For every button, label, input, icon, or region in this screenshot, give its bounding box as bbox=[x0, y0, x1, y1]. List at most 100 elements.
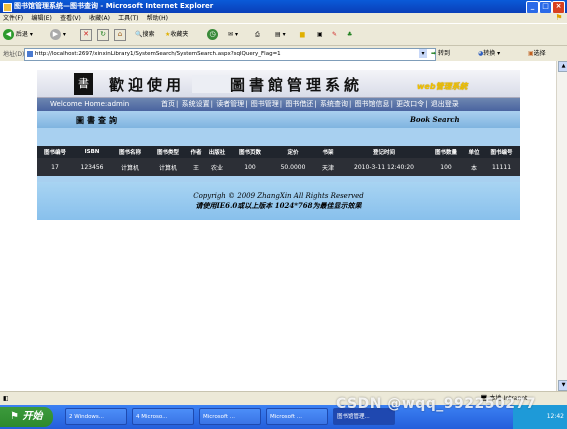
col-header: 单位 bbox=[468, 150, 480, 156]
col-header: 书架 bbox=[322, 150, 334, 156]
nav-library-info[interactable]: 图书馆信息 bbox=[355, 100, 390, 108]
table-cell: 2010-3-11 12:40:20 bbox=[354, 163, 414, 171]
table-cell: 100 bbox=[440, 163, 452, 171]
messenger-icon: ▣ bbox=[317, 31, 323, 38]
page-status-icon: ◧ bbox=[3, 395, 9, 402]
address-dropdown-icon[interactable]: ▾ bbox=[419, 49, 427, 58]
messenger-button[interactable]: ▣ bbox=[317, 28, 323, 42]
table-cell: 计算机 bbox=[158, 164, 177, 172]
nav-links: 首页| 系统设置| 读者管理| 图书管理| 图书借还| 系统查询| 图书馆信息|… bbox=[161, 100, 459, 108]
col-header: 图书类型 bbox=[156, 150, 179, 156]
folder-icon: ▆ bbox=[300, 31, 305, 38]
windows-flag-icon: ⚑ bbox=[10, 411, 19, 422]
go-button[interactable]: ➡ 转到 bbox=[431, 49, 450, 59]
mail-button[interactable]: ✉ ▾ bbox=[228, 28, 238, 42]
printer-icon: ⎙ bbox=[255, 31, 260, 38]
discuss-icon: ♣ bbox=[347, 31, 353, 38]
history-button[interactable]: ◷ bbox=[207, 28, 218, 42]
col-header: 定价 bbox=[287, 150, 299, 156]
query-header: 圖書查詢 Book Search bbox=[37, 111, 520, 128]
refresh-icon: ↻ bbox=[97, 28, 109, 41]
edit-button[interactable]: ▤ ▾ bbox=[275, 28, 286, 42]
menu-edit[interactable]: 编辑(E) bbox=[31, 15, 51, 22]
col-header: 图书编号 bbox=[43, 150, 66, 156]
menu-favorites[interactable]: 收藏(A) bbox=[89, 15, 110, 22]
toolbar: ◀ 后退 ▾ ▶ ▾ ✕ ↻ ⌂ 🔍搜索 ★收藏夹 ◷ ✉ ▾ ⎙ ▤ ▾ ▆ … bbox=[0, 23, 567, 45]
nav-system-settings[interactable]: 系统设置 bbox=[182, 100, 210, 108]
home-button[interactable]: ⌂ bbox=[114, 28, 126, 42]
back-button[interactable]: ◀ 后退 ▾ bbox=[3, 28, 33, 42]
col-header: 登记时间 bbox=[372, 150, 395, 156]
col-header: 图书页数 bbox=[238, 150, 261, 156]
refresh-button[interactable]: ↻ bbox=[97, 28, 109, 42]
stop-button[interactable]: ✕ bbox=[80, 28, 92, 42]
home-icon: ⌂ bbox=[114, 28, 126, 41]
col-header: 图书编号 bbox=[490, 150, 513, 156]
browser-note: 请使用IE6.0或以上版本 1024*768为最佳显示效果 bbox=[195, 201, 362, 210]
vertical-scrollbar[interactable]: ▲ ▼ bbox=[556, 61, 567, 391]
table-cell: 天津 bbox=[321, 164, 334, 172]
windows-logo-icon: ⚑ bbox=[553, 13, 565, 23]
welcome-user: Welcome Home:admin bbox=[50, 100, 130, 108]
table-cell: 计算机 bbox=[120, 164, 139, 172]
col-header: ISBN bbox=[84, 149, 100, 155]
table-row[interactable]: 17 123456 计算机 计算机 王 农业 100 50.0000 天津 20… bbox=[37, 158, 520, 176]
table-cell: 农业 bbox=[210, 164, 223, 172]
col-header: 图书数量 bbox=[434, 150, 457, 156]
nav-home[interactable]: 首页 bbox=[161, 100, 175, 108]
folder-button[interactable]: ▆ bbox=[300, 28, 305, 42]
research-button[interactable]: ✎ bbox=[332, 28, 337, 42]
copyright-text: Copyrigh © 2009 ZhangXin All Rights Rese… bbox=[193, 192, 364, 200]
table-cell: 100 bbox=[244, 163, 256, 171]
table-cell: 17 bbox=[51, 163, 59, 171]
taskbar-item[interactable]: Microsoft ... bbox=[199, 408, 261, 425]
window-title: 图书馆管理系统—图书查询 - Microsoft Internet Explor… bbox=[14, 2, 214, 10]
convert-button[interactable]: ◕转换 ▾ bbox=[478, 49, 500, 59]
menu-help[interactable]: 帮助(H) bbox=[147, 15, 168, 22]
welcome-heading: 歡迎使用 bbox=[109, 76, 186, 94]
col-header: 图书名称 bbox=[118, 150, 141, 156]
nav-book-lending[interactable]: 图书借还 bbox=[285, 100, 313, 108]
scroll-up-icon[interactable]: ▲ bbox=[558, 61, 567, 72]
search-button[interactable]: 🔍搜索 bbox=[135, 28, 155, 42]
ie-icon bbox=[3, 3, 12, 12]
window-titlebar[interactable]: 图书馆管理系统—图书查询 - Microsoft Internet Explor… bbox=[0, 0, 567, 14]
back-arrow-icon: ◀ bbox=[3, 29, 14, 40]
go-arrow-icon: ➡ bbox=[431, 50, 437, 57]
nav-system-query[interactable]: 系统查询 bbox=[320, 100, 348, 108]
results-table-header: 图书编号 ISBN 图书名称 图书类型 作者 出版社 图书页数 定价 书架 登记… bbox=[37, 146, 520, 158]
scroll-down-icon[interactable]: ▼ bbox=[558, 380, 567, 391]
menubar: 文件(F) 编辑(E) 查看(V) 收藏(A) 工具(T) 帮助(H) bbox=[0, 13, 567, 23]
history-icon: ◷ bbox=[207, 29, 218, 40]
favorites-button[interactable]: ★收藏夹 bbox=[165, 28, 188, 42]
start-button[interactable]: ⚑ 开始 bbox=[0, 407, 53, 427]
nav-reader-management[interactable]: 读者管理 bbox=[216, 100, 244, 108]
banner-decoration bbox=[192, 75, 232, 93]
clock[interactable]: 12:42 bbox=[547, 413, 564, 420]
taskbar-item[interactable]: Microsoft ... bbox=[266, 408, 328, 425]
menu-view[interactable]: 查看(V) bbox=[60, 15, 81, 22]
address-label: 地址(D) bbox=[3, 51, 25, 58]
taskbar-item[interactable]: 2 Windows... bbox=[65, 408, 127, 425]
library-logo: 書 bbox=[74, 73, 93, 95]
table-cell: 50.0000 bbox=[280, 163, 306, 171]
nav-change-password[interactable]: 更改口令 bbox=[396, 100, 424, 108]
menu-tools[interactable]: 工具(T) bbox=[118, 15, 138, 22]
menu-file[interactable]: 文件(F) bbox=[3, 15, 23, 22]
query-title-cn: 圖書查詢 bbox=[76, 115, 120, 125]
col-header: 作者 bbox=[190, 150, 202, 156]
table-cell: 王 bbox=[192, 164, 199, 172]
forward-arrow-icon: ▶ bbox=[50, 29, 61, 40]
address-input[interactable]: http://localhost:2697/xinxinLibrary1/Sys… bbox=[24, 48, 436, 61]
print-button[interactable]: ⎙ bbox=[255, 28, 260, 42]
forward-button[interactable]: ▶ ▾ bbox=[50, 28, 66, 42]
nav-book-management[interactable]: 图书管理 bbox=[251, 100, 279, 108]
select-button[interactable]: ▣选择 bbox=[528, 49, 546, 59]
nav-logout[interactable]: 退出登录 bbox=[431, 100, 459, 108]
address-bar: 地址(D) http://localhost:2697/xinxinLibrar… bbox=[0, 45, 567, 61]
edit-icon: ▤ bbox=[275, 31, 281, 38]
discuss-button[interactable]: ♣ bbox=[347, 28, 352, 42]
taskbar-item[interactable]: 4 Microso... bbox=[132, 408, 194, 425]
col-header: 出版社 bbox=[208, 150, 226, 156]
nav-bar: Welcome Home:admin 首页| 系统设置| 读者管理| 图书管理|… bbox=[37, 98, 520, 111]
